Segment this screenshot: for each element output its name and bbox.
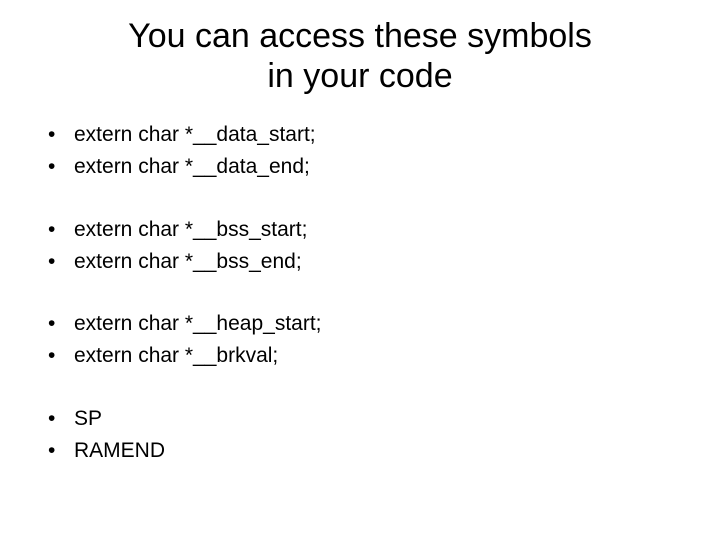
bullet-group: • extern char *__bss_start; • extern cha… xyxy=(48,217,672,276)
list-item-text: extern char *__brkval; xyxy=(74,343,672,369)
slide-title: You can access these symbols in your cod… xyxy=(48,16,672,96)
list-item-text: extern char *__bss_start; xyxy=(74,217,672,243)
bullet-icon: • xyxy=(48,217,74,243)
bullet-icon: • xyxy=(48,438,74,464)
bullet-icon: • xyxy=(48,343,74,369)
bullet-icon: • xyxy=(48,154,74,180)
list-item: • SP xyxy=(48,406,672,432)
slide: You can access these symbols in your cod… xyxy=(0,0,720,540)
bullet-group: • SP • RAMEND xyxy=(48,406,672,465)
bullet-icon: • xyxy=(48,311,74,337)
title-line-1: You can access these symbols xyxy=(128,17,592,55)
list-item: • extern char *__heap_start; xyxy=(48,311,672,337)
list-item: • extern char *__data_end; xyxy=(48,154,672,180)
list-item-text: extern char *__bss_end; xyxy=(74,249,672,275)
list-item: • extern char *__bss_start; xyxy=(48,217,672,243)
bullet-icon: • xyxy=(48,249,74,275)
list-item: • extern char *__data_start; xyxy=(48,122,672,148)
title-line-2: in your code xyxy=(267,57,452,95)
list-item-text: RAMEND xyxy=(74,438,672,464)
list-item-text: extern char *__data_end; xyxy=(74,154,672,180)
bullet-icon: • xyxy=(48,406,74,432)
bullet-group: • extern char *__data_start; • extern ch… xyxy=(48,122,672,181)
bullet-group: • extern char *__heap_start; • extern ch… xyxy=(48,311,672,370)
list-item-text: extern char *__heap_start; xyxy=(74,311,672,337)
list-item-text: extern char *__data_start; xyxy=(74,122,672,148)
list-item-text: SP xyxy=(74,406,672,432)
bullet-groups: • extern char *__data_start; • extern ch… xyxy=(48,122,672,464)
list-item: • extern char *__brkval; xyxy=(48,343,672,369)
list-item: • RAMEND xyxy=(48,438,672,464)
list-item: • extern char *__bss_end; xyxy=(48,249,672,275)
bullet-icon: • xyxy=(48,122,74,148)
